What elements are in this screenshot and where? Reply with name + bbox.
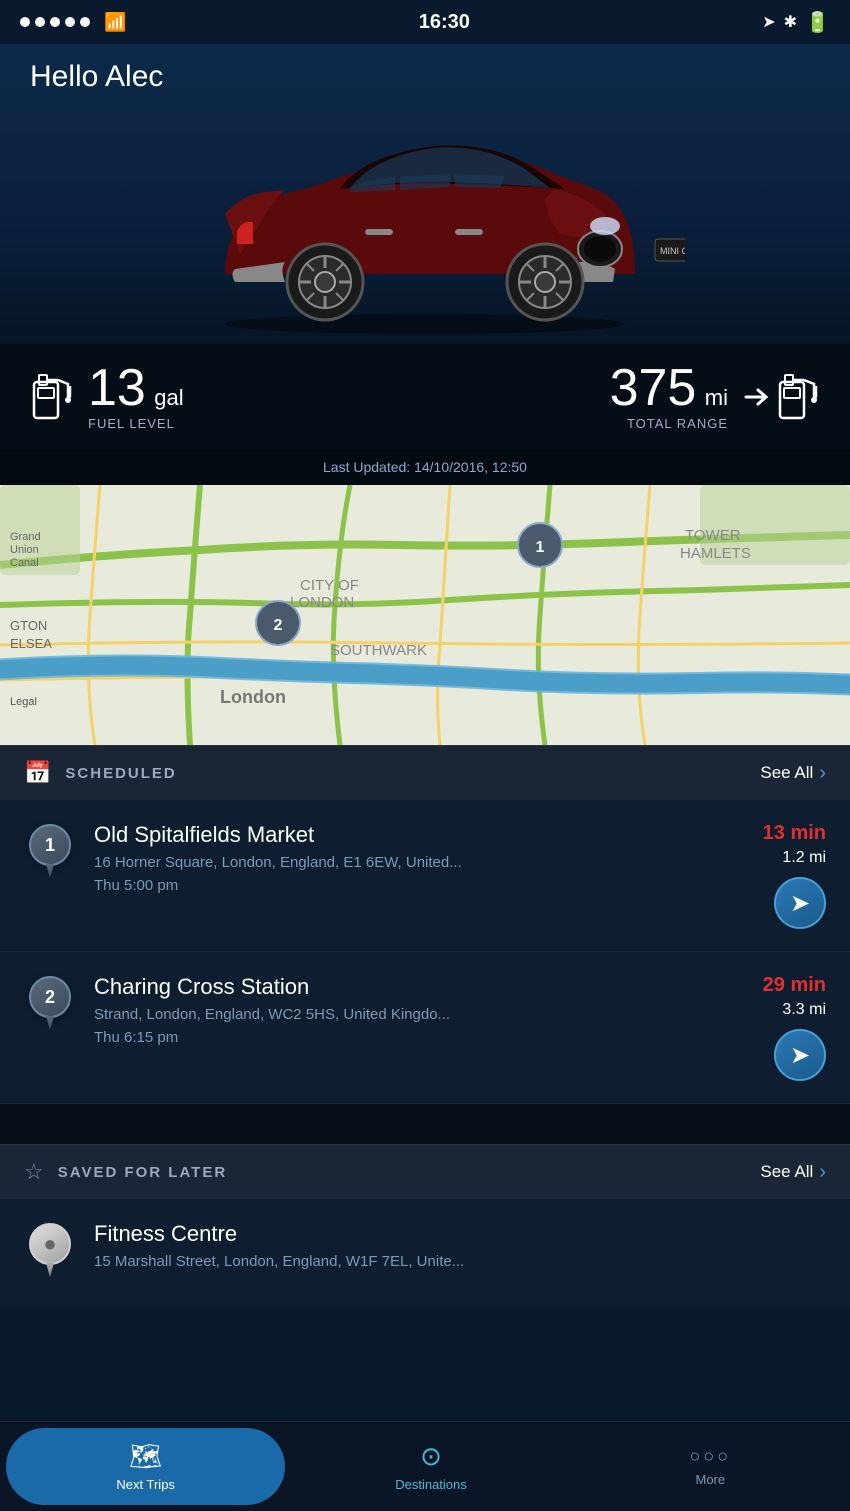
fuel-stat: 13 gal FUEL LEVEL [30, 362, 184, 431]
last-updated-text: Last Updated: 14/10/2016, 12:50 [0, 449, 850, 485]
svg-text:CITY OF: CITY OF [300, 577, 359, 594]
car-image: MINI COOPER D [165, 114, 685, 334]
scheduled-section-header: 📅 SCHEDULED See All › [0, 745, 850, 800]
svg-text:Legal: Legal [10, 696, 37, 708]
trip-info-2: Charing Cross Station Strand, London, En… [94, 974, 688, 1046]
trip-info-1: Old Spitalfields Market 16 Horner Square… [94, 822, 688, 894]
trip-duration-1: 13 min [763, 822, 826, 845]
nav-more[interactable]: ○○○ More [571, 1422, 850, 1511]
saved-name-1: Fitness Centre [94, 1221, 826, 1247]
trip-name-2: Charing Cross Station [94, 974, 688, 1000]
car-display: MINI COOPER D [30, 104, 820, 344]
trip-name-1: Old Spitalfields Market [94, 822, 688, 848]
stats-bar: 13 gal FUEL LEVEL 375 mi TOTAL RANGE [0, 344, 850, 449]
trip-pin-2: 2 [24, 974, 76, 1036]
trip-item-1: 1 Old Spitalfields Market 16 Horner Squa… [0, 800, 850, 952]
nav-more-label: More [696, 1472, 726, 1487]
status-right: ➤ ✱ 🔋 [762, 10, 830, 35]
trip-navigate-button-1[interactable]: ➤ [774, 877, 826, 929]
saved-title: SAVED FOR LATER [58, 1164, 227, 1181]
nav-destinations[interactable]: ⊙ Destinations [291, 1422, 570, 1511]
map-nav-icon: 🗺 [129, 1441, 162, 1472]
trip-time-2: Thu 6:15 pm [94, 1029, 688, 1046]
saved-pin-1: ● [24, 1221, 76, 1283]
trip-pin-1: 1 [24, 822, 76, 884]
svg-text:TOWER: TOWER [685, 527, 741, 544]
svg-text:ELSEA: ELSEA [10, 636, 52, 651]
trip-duration-2: 29 min [763, 974, 826, 997]
map-container[interactable]: Grand Union Canal GTON ELSEA Legal CITY … [0, 485, 850, 745]
svg-text:MINI COOPER D: MINI COOPER D [660, 246, 685, 256]
trip-navigate-button-2[interactable]: ➤ [774, 1029, 826, 1081]
fuel-pump-icon [30, 370, 74, 424]
chevron-right-icon: › [819, 762, 826, 785]
range-unit: mi [705, 385, 728, 410]
fuel-level-value: 13 [88, 359, 146, 417]
trip-address-2: Strand, London, England, WC2 5HS, United… [94, 1006, 554, 1023]
greeting-text: Hello Alec [30, 60, 820, 94]
saved-section-header: ☆ SAVED FOR LATER See All › [0, 1144, 850, 1199]
scheduled-see-all-button[interactable]: See All › [760, 762, 826, 785]
svg-text:SOUTHWARK: SOUTHWARK [330, 642, 427, 659]
location-icon: ➤ [762, 12, 775, 32]
pin-number-1: 1 [29, 824, 71, 866]
trip-address-1: 16 Horner Square, London, England, E1 6E… [94, 854, 554, 871]
map-pin-2: 2 [256, 601, 300, 645]
scheduled-title: SCHEDULED [65, 765, 176, 782]
navigate-arrow-icon-2: ➤ [790, 1041, 810, 1070]
trip-nav-2: 29 min 3.3 mi ➤ [706, 974, 826, 1081]
svg-text:GTON: GTON [10, 618, 47, 633]
range-label: TOTAL RANGE [610, 416, 728, 431]
nav-next-trips[interactable]: 🗺 Next Trips [6, 1428, 285, 1505]
trip-distance-1: 1.2 mi [782, 849, 826, 867]
nav-next-trips-label: Next Trips [116, 1477, 175, 1492]
svg-text:2: 2 [274, 617, 283, 634]
wifi-icon: 📶 [104, 12, 126, 33]
star-icon: ☆ [24, 1159, 44, 1185]
status-time: 16:30 [419, 11, 470, 34]
svg-text:London: London [220, 687, 286, 707]
svg-text:1: 1 [536, 539, 545, 556]
section-spacer [0, 1104, 850, 1144]
more-dots-icon: ○○○ [690, 1446, 732, 1467]
trip-time-1: Thu 5:00 pm [94, 877, 688, 894]
map-svg: Grand Union Canal GTON ELSEA Legal CITY … [0, 485, 850, 745]
calendar-icon: 📅 [24, 760, 51, 786]
battery-icon: 🔋 [805, 10, 830, 35]
trip-item-2: 2 Charing Cross Station Strand, London, … [0, 952, 850, 1104]
status-bar: 📶 16:30 ➤ ✱ 🔋 [0, 0, 850, 44]
hero-section: Hello Alec [0, 44, 850, 344]
range-stat: 375 mi TOTAL RANGE [610, 362, 820, 431]
navigate-arrow-icon-1: ➤ [790, 889, 810, 918]
saved-info-1: Fitness Centre 15 Marshall Street, Londo… [94, 1221, 826, 1270]
range-fuel-icon [776, 370, 820, 424]
trip-nav-1: 13 min 1.2 mi ➤ [706, 822, 826, 929]
saved-address-1: 15 Marshall Street, London, England, W1F… [94, 1253, 694, 1270]
nav-destinations-label: Destinations [395, 1477, 467, 1492]
svg-text:LONDON: LONDON [290, 594, 354, 611]
bottom-navigation: 🗺 Next Trips ⊙ Destinations ○○○ More [0, 1421, 850, 1511]
map-pin-1: 1 [518, 523, 562, 567]
signal-dots [20, 17, 90, 27]
fuel-unit: gal [154, 385, 183, 410]
range-value: 375 [610, 359, 697, 417]
saved-item-1: ● Fitness Centre 15 Marshall Street, Lon… [0, 1199, 850, 1305]
fuel-label: FUEL LEVEL [88, 416, 184, 431]
destinations-nav-icon: ⊙ [420, 1441, 442, 1472]
saved-see-all-button[interactable]: See All › [760, 1161, 826, 1184]
svg-text:Grand: Grand [10, 531, 41, 543]
saved-chevron-icon: › [819, 1161, 826, 1184]
svg-text:HAMLETS: HAMLETS [680, 545, 751, 562]
range-arrow-icon [742, 382, 772, 412]
bluetooth-icon: ✱ [784, 12, 797, 32]
trip-distance-2: 3.3 mi [782, 1001, 826, 1019]
saved-pin-circle-1: ● [29, 1223, 71, 1265]
pin-number-2: 2 [29, 976, 71, 1018]
svg-text:Canal: Canal [10, 557, 39, 569]
svg-text:Union: Union [10, 544, 39, 556]
